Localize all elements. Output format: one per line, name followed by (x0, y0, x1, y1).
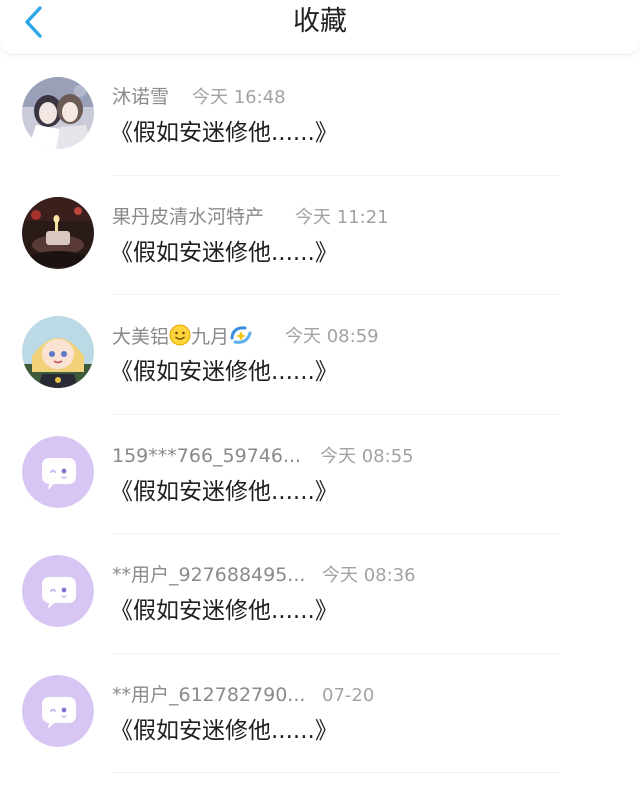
favorite-title[interactable]: 《假如安迷修他......》 (110, 596, 338, 626)
default-chat-avatar-icon (22, 555, 94, 627)
timestamp: 今天 16:48 (192, 87, 286, 108)
list-item[interactable]: **用户_612782790... 07-20 《假如安迷修他......》 (0, 654, 640, 773)
sparkle-emoji-icon (229, 324, 253, 352)
favorite-title[interactable]: 《假如安迷修他......》 (110, 357, 338, 387)
divider (112, 772, 560, 773)
timestamp: 今天 08:59 (285, 326, 379, 347)
favorite-title[interactable]: 《假如安迷修他......》 (110, 238, 338, 268)
avatar[interactable] (22, 196, 94, 269)
avatar[interactable] (22, 316, 94, 388)
timestamp: 今天 11:21 (295, 206, 389, 228)
favorites-list: 沐诺雪 今天 16:48 《假如安迷修他......》 果丹皮清水河特产 今天 … (0, 56, 640, 773)
favorite-title[interactable]: 《假如安迷修他......》 (110, 118, 338, 148)
timestamp: 今天 08:55 (320, 445, 414, 467)
user-name: 大美铝 九月 (112, 324, 253, 352)
default-chat-avatar-icon (22, 674, 94, 747)
avatar[interactable] (22, 77, 94, 149)
avatar[interactable] (22, 674, 94, 747)
list-item[interactable]: 159***766_59746... 今天 08:55 《假如安迷修他.....… (0, 415, 640, 534)
user-name: **用户_612782790... (112, 683, 306, 706)
avatar[interactable] (22, 435, 94, 508)
list-item[interactable]: 沐诺雪 今天 16:48 《假如安迷修他......》 (0, 56, 640, 176)
header-bar: 收藏 (0, 0, 640, 55)
user-name: **用户_927688495... (112, 564, 306, 586)
list-item[interactable]: 大美铝 九月 今天 08:59 《假如安迷修他......》 (0, 295, 640, 415)
favorite-title[interactable]: 《假如安迷修他......》 (110, 716, 338, 746)
timestamp: 07-20 (322, 684, 375, 706)
smiley-emoji-icon (169, 324, 191, 352)
list-item[interactable]: **用户_927688495... 今天 08:36 《假如安迷修他......… (0, 534, 640, 654)
favorite-title[interactable]: 《假如安迷修他......》 (110, 477, 338, 507)
default-chat-avatar-icon (22, 435, 94, 508)
avatar[interactable] (22, 555, 94, 627)
list-item[interactable]: 果丹皮清水河特产 今天 11:21 《假如安迷修他......》 (0, 176, 640, 295)
timestamp: 今天 08:36 (322, 565, 416, 586)
user-name: 159***766_59746... (112, 444, 302, 467)
page-title: 收藏 (293, 6, 347, 37)
user-name: 沐诺雪 (112, 86, 170, 108)
user-name: 果丹皮清水河特产 (112, 205, 265, 228)
